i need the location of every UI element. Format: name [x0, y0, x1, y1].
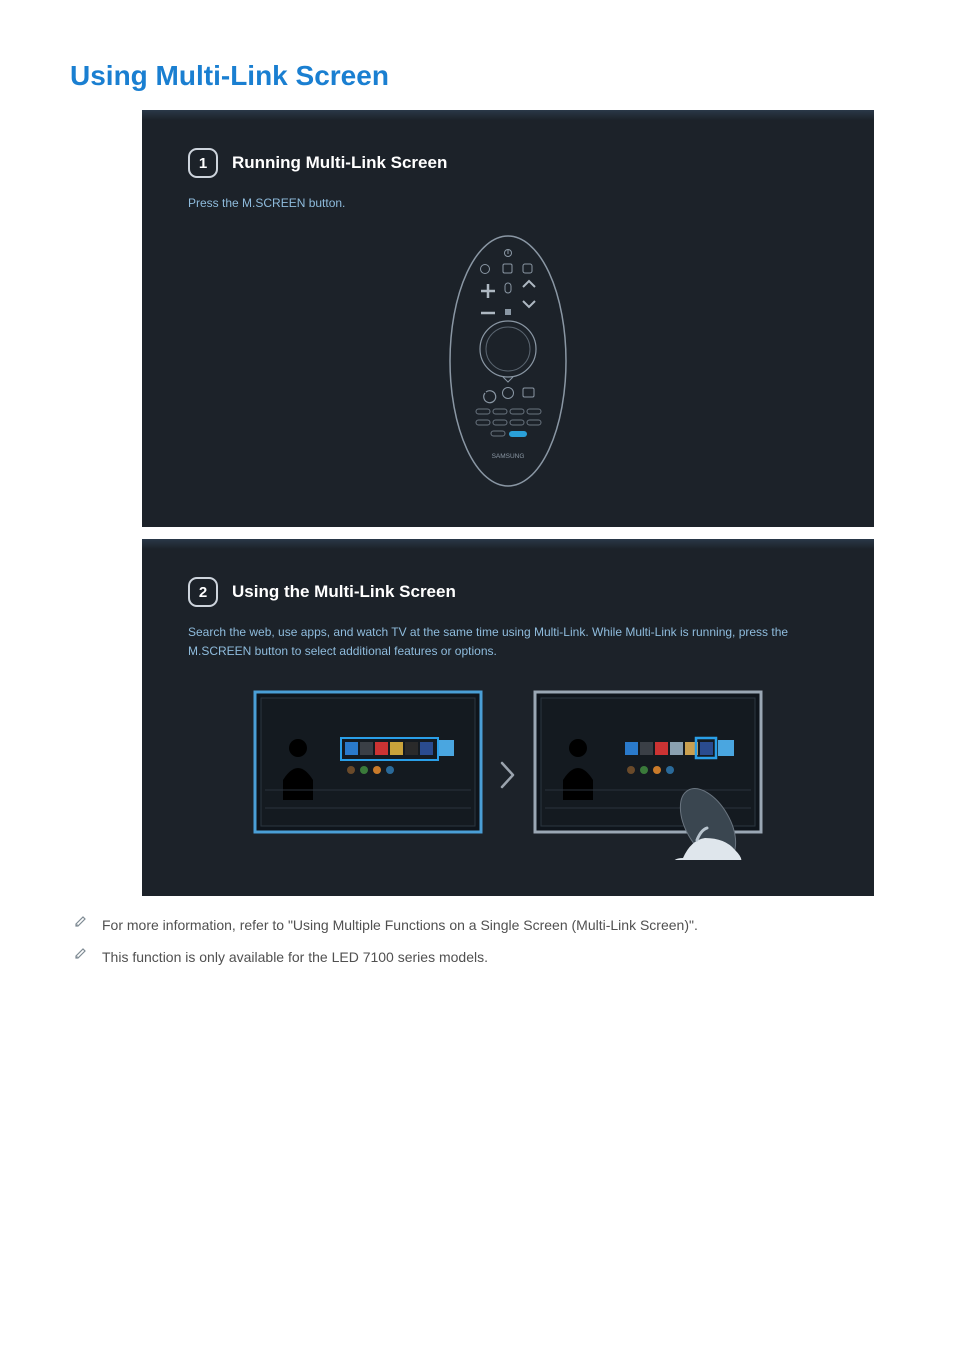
step-header-2: 2 Using the Multi-Link Screen — [188, 577, 828, 607]
step-title-1: Running Multi-Link Screen — [232, 153, 447, 173]
tv-screen-before — [253, 690, 483, 860]
screens-row — [188, 690, 828, 860]
step-instruction-2: Search the web, use apps, and watch TV a… — [188, 623, 828, 661]
pencil-icon — [74, 946, 88, 960]
remote-brand-label: SAMSUNG — [492, 453, 525, 460]
step-header-1: 1 Running Multi-Link Screen — [188, 148, 828, 178]
panel-using-multilink: 2 Using the Multi-Link Screen Search the… — [142, 539, 874, 895]
tv-screen-after — [533, 690, 763, 860]
pencil-icon — [74, 914, 88, 928]
panel-running-multilink: 1 Running Multi-Link Screen Press the M.… — [142, 110, 874, 527]
step-title-2: Using the Multi-Link Screen — [232, 582, 456, 602]
remote-illustration-wrap: SAMSUNG — [188, 231, 828, 491]
chevron-right-icon — [499, 760, 517, 790]
remote-control-illustration: SAMSUNG — [443, 231, 573, 491]
mscreen-button-highlight — [509, 431, 527, 437]
note-text: For more information, refer to "Using Mu… — [102, 914, 698, 936]
note-row: This function is only available for the … — [70, 946, 884, 968]
step-number-badge-1: 1 — [188, 148, 218, 178]
note-row: For more information, refer to "Using Mu… — [70, 914, 884, 936]
step-instruction-1: Press the M.SCREEN button. — [188, 194, 828, 213]
panel-accent-bar — [142, 539, 874, 549]
page-title: Using Multi-Link Screen — [70, 60, 884, 92]
note-text: This function is only available for the … — [102, 946, 488, 968]
step-number-badge-2: 2 — [188, 577, 218, 607]
panel-accent-bar — [142, 110, 874, 120]
notes-section: For more information, refer to "Using Mu… — [70, 914, 884, 969]
